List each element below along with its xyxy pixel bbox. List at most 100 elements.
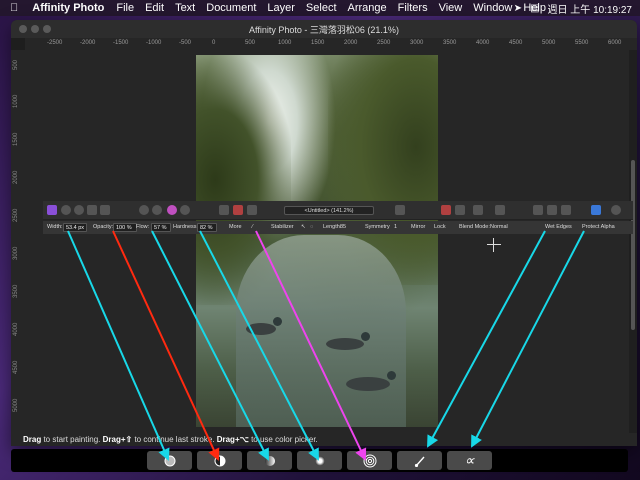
opacity-button[interactable] xyxy=(197,451,242,470)
rope-mode-icon[interactable]: ◌ xyxy=(310,224,313,230)
menu-app-name[interactable]: Affinity Photo xyxy=(32,2,104,14)
flow-button[interactable] xyxy=(247,451,292,470)
auto-white-balance-icon[interactable] xyxy=(180,205,190,215)
persona-develop-icon[interactable] xyxy=(74,205,84,215)
width-field[interactable]: 53.4 px xyxy=(63,223,87,232)
align-icon[interactable] xyxy=(533,205,543,215)
photo-duck xyxy=(246,317,282,335)
assistant-icon[interactable] xyxy=(473,205,483,215)
auto-colors-icon[interactable] xyxy=(167,205,177,215)
persona-export-icon[interactable] xyxy=(100,205,110,215)
ruler-tick-label: 5000 xyxy=(542,40,556,46)
mask-icon[interactable] xyxy=(233,205,243,215)
persona-photo-icon[interactable] xyxy=(47,205,57,215)
control-center-icon[interactable]: ▤ xyxy=(530,3,539,14)
ruler-tick-label: 6000 xyxy=(608,40,622,46)
ruler-tick-label: -2500 xyxy=(47,40,63,46)
length-label: Length: xyxy=(323,224,342,230)
minimize-window-icon[interactable] xyxy=(31,25,39,33)
transform-icon[interactable] xyxy=(561,205,571,215)
zoom-window-icon[interactable] xyxy=(43,25,51,33)
soft-dot-icon xyxy=(314,455,325,466)
location-arrow-icon[interactable]: ➤ xyxy=(514,3,522,14)
symmetry-count[interactable]: 1 xyxy=(394,224,397,230)
mode-icon[interactable] xyxy=(219,205,229,215)
stabilizer-checkbox[interactable]: Stabilizer xyxy=(271,224,294,230)
menu-file[interactable]: File xyxy=(116,2,134,14)
symmetry-checkbox[interactable]: Symmetry xyxy=(365,224,390,230)
stabilizer-mode-icon[interactable]: ↖ xyxy=(301,224,306,230)
menu-window[interactable]: Window xyxy=(473,2,512,14)
width-button[interactable] xyxy=(147,451,192,470)
ruler-vertical[interactable]: 500 1000 1500 2000 2500 3000 3500 4000 4500 5000 xyxy=(11,50,25,446)
lock-checkbox[interactable]: Lock xyxy=(434,224,446,230)
menu-text[interactable]: Text xyxy=(175,2,195,14)
scrollbar-thumb[interactable] xyxy=(631,160,635,330)
ruler-tick-label: 2000 xyxy=(344,40,358,46)
hardness-button[interactable] xyxy=(297,451,342,470)
context-toolbar: Width: 53.4 px Opacity: 100 % Flow: 57 %… xyxy=(43,221,633,234)
brush-settings-icon[interactable] xyxy=(495,205,505,215)
menu-view[interactable]: View xyxy=(439,2,463,14)
close-window-icon[interactable] xyxy=(19,25,27,33)
length-field[interactable]: 85 xyxy=(340,224,346,230)
ruler-tick-label: 3500 xyxy=(443,40,457,46)
wet-edges-button[interactable] xyxy=(397,451,442,470)
ruler-tick-label: 3500 xyxy=(13,284,19,298)
photo-duck xyxy=(346,371,396,391)
color-swatch-icon[interactable] xyxy=(441,205,451,215)
protect-alpha-button[interactable]: ∝ xyxy=(447,451,492,470)
more-button[interactable]: More xyxy=(229,224,242,230)
quick-mask-icon[interactable] xyxy=(247,205,257,215)
studio-panel-icon[interactable] xyxy=(591,205,601,215)
menu-layer[interactable]: Layer xyxy=(267,2,295,14)
ruler-tick-label: 4000 xyxy=(13,322,19,336)
flow-field[interactable]: 57 % xyxy=(151,223,171,232)
ruler-tick-label: 4000 xyxy=(476,40,490,46)
persona-liquify-icon[interactable] xyxy=(61,205,71,215)
protect-alpha-checkbox[interactable]: Protect Alpha xyxy=(582,224,615,230)
photo-duck xyxy=(326,332,370,350)
ruler-tick-label: 3000 xyxy=(410,40,424,46)
ruler-horizontal[interactable]: -2500 -2000 -1500 -1000 -500 0 500 1000 1500 2000… xyxy=(25,38,637,50)
ruler-tick-label: 2500 xyxy=(13,208,19,222)
menubar-clock[interactable]: 週日 上午 10:19:27 xyxy=(548,1,632,16)
vertical-scrollbar[interactable] xyxy=(629,50,637,446)
half-circle-icon xyxy=(214,455,225,466)
menu-filters[interactable]: Filters xyxy=(398,2,428,14)
apple-icon[interactable]:  xyxy=(10,2,18,14)
brush-cursor-crosshair xyxy=(487,238,501,252)
status-drag-option: Drag+⌥ xyxy=(216,435,249,444)
circle-ring-icon xyxy=(164,455,175,466)
blend-mode-select[interactable]: Normal xyxy=(490,224,508,230)
snapping-icon[interactable] xyxy=(455,205,465,215)
selection-mode-icon[interactable] xyxy=(395,205,405,215)
persona-tonemap-icon[interactable] xyxy=(87,205,97,215)
alpha-icon: ∝ xyxy=(464,452,475,468)
ruler-tick-label: 0 xyxy=(212,40,216,46)
ruler-tick-label: 1000 xyxy=(13,94,19,108)
ruler-tick-label: 500 xyxy=(13,59,19,70)
ruler-tick-label: 5000 xyxy=(13,398,19,412)
document-photo[interactable] xyxy=(196,55,438,427)
menu-edit[interactable]: Edit xyxy=(145,2,164,14)
arrange-icon[interactable] xyxy=(547,205,557,215)
hardness-field[interactable]: 82 % xyxy=(197,223,217,232)
wet-edges-checkbox[interactable]: Wet Edges xyxy=(545,224,572,230)
document-selector[interactable]: <Untitled> (141.2%) xyxy=(284,206,374,215)
stabilizer-button[interactable] xyxy=(347,451,392,470)
brush-preview-icon[interactable]: ⁄ xyxy=(252,224,253,230)
help-icon[interactable] xyxy=(611,205,621,215)
mirror-checkbox[interactable]: Mirror xyxy=(411,224,425,230)
ruler-tick-label: -2000 xyxy=(80,40,96,46)
ruler-tick-label: 4500 xyxy=(509,40,523,46)
auto-levels-icon[interactable] xyxy=(139,205,149,215)
menu-document[interactable]: Document xyxy=(206,2,256,14)
auto-contrast-icon[interactable] xyxy=(152,205,162,215)
width-label: Width: xyxy=(47,224,63,230)
title-bar: Affinity Photo - 三灣落羽松06 (21.1%) xyxy=(11,20,637,38)
menu-arrange[interactable]: Arrange xyxy=(348,2,387,14)
opacity-field[interactable]: 100 % xyxy=(113,223,137,232)
menu-select[interactable]: Select xyxy=(306,2,337,14)
ruler-tick-label: 1000 xyxy=(278,40,292,46)
